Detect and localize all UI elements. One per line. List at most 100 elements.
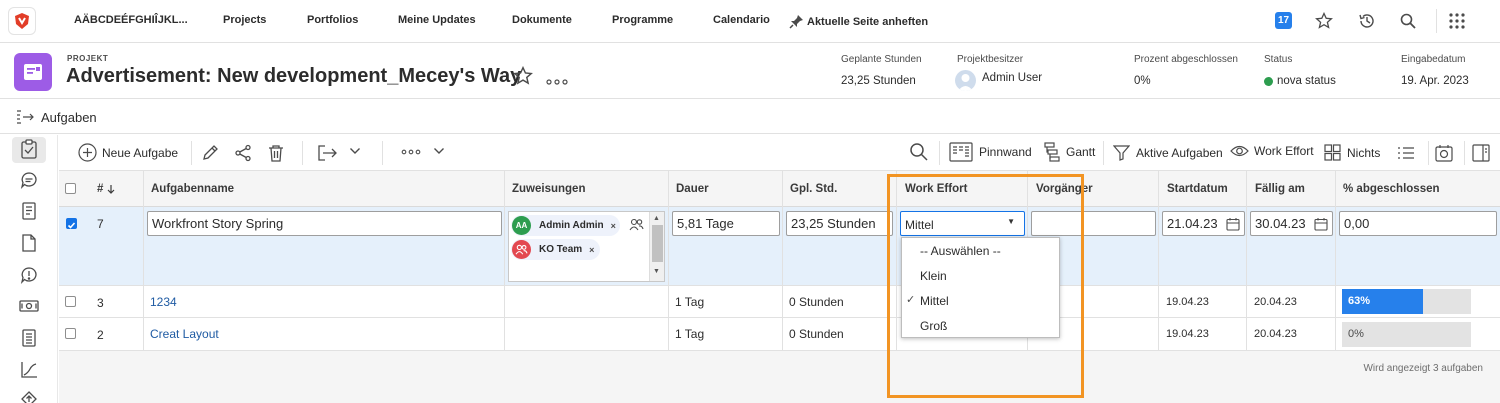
progress-bar: 63% (1342, 289, 1471, 314)
nav-item-programs[interactable]: Programme (612, 14, 673, 26)
select-all-checkbox[interactable] (65, 183, 76, 194)
document-icon[interactable] (18, 232, 40, 254)
nav-item-updates[interactable]: Meine Updates (398, 14, 476, 26)
more-actions-icon[interactable] (401, 149, 421, 155)
gantt-view-label: Gantt (1066, 145, 1096, 159)
side-panel-icon[interactable] (1472, 144, 1490, 162)
board-view-button[interactable]: Pinnwand (949, 142, 1032, 162)
new-task-label: Neue Aufgabe (102, 145, 179, 160)
nav-item-portfolios[interactable]: Portfolios (307, 14, 358, 26)
new-task-button[interactable]: Neue Aufgabe (78, 143, 178, 162)
grouping-nothing-button[interactable]: Nichts (1324, 144, 1380, 161)
row-checkbox-checked[interactable] (66, 218, 77, 229)
scrollbar-thumb[interactable] (652, 225, 663, 262)
col-header-number[interactable]: # (97, 171, 115, 207)
start-date-value: 21.04.23 (1167, 216, 1218, 231)
team-avatar-icon (512, 240, 531, 259)
top-navigation: AÄBCDEÉFGHIÎJKL... Projects Portfolios M… (0, 0, 1500, 43)
divider (1103, 141, 1104, 165)
col-divider (782, 171, 783, 351)
assignments-scrollbar[interactable]: ▲ ▼ (649, 212, 664, 281)
document-list-icon[interactable] (18, 200, 40, 222)
assignee-chip-team[interactable]: KO Team × (511, 239, 600, 260)
task-planned-hours: 0 Stunden (789, 327, 844, 341)
delete-trash-icon[interactable] (267, 144, 285, 162)
assignments-field[interactable]: AA Admin Admin × KO Team × ▲ ▼ (508, 211, 665, 282)
assignee-avatar: AA (512, 216, 531, 235)
task-name-link[interactable]: Creat Layout (150, 327, 219, 341)
table-row[interactable]: 2 Creat Layout 1 Tag 0 Stunden 19.04.23 … (59, 318, 1500, 351)
upload-icon[interactable] (18, 389, 40, 403)
owner-value[interactable]: Admin User (982, 72, 1042, 84)
col-header-percent[interactable]: % abgeschlossen (1343, 171, 1440, 207)
task-name-input[interactable]: Workfront Story Spring (147, 211, 502, 236)
scroll-down-arrow-icon[interactable]: ▼ (653, 268, 660, 275)
col-header-assignments[interactable]: Zuweisungen (512, 171, 585, 207)
scroll-up-arrow-icon[interactable]: ▲ (653, 215, 660, 222)
pin-page-button[interactable]: Aktuelle Seite anheften (789, 14, 928, 29)
add-circle-icon (78, 143, 97, 162)
task-planned-hours: 0 Stunden (789, 295, 844, 309)
report-icon[interactable] (18, 327, 40, 349)
finance-money-icon[interactable] (18, 295, 40, 317)
task-due-date: 20.04.23 (1254, 296, 1297, 308)
nav-item-documents[interactable]: Dokumente (512, 14, 572, 26)
settings-view-icon[interactable] (1435, 144, 1453, 162)
row-checkbox[interactable] (65, 296, 76, 307)
move-task-icon[interactable] (317, 144, 339, 162)
nav-item-projects[interactable]: Projects (223, 14, 266, 26)
col-header-due[interactable]: Fällig am (1255, 171, 1305, 207)
col-header-duration[interactable]: Dauer (676, 171, 709, 207)
active-tasks-filter-button[interactable]: Aktive Aufgaben (1113, 144, 1223, 161)
table-row-edit[interactable]: 7 Workfront Story Spring AA Admin Admin … (59, 207, 1500, 286)
work-effort-view-button[interactable]: Work Effort (1230, 144, 1314, 158)
favorite-star-icon[interactable] (513, 65, 533, 86)
percent-complete-input[interactable]: 0,00 (1339, 211, 1497, 236)
remove-team-icon[interactable]: × (589, 245, 594, 255)
owner-avatar[interactable] (955, 70, 976, 91)
status-label: Status (1264, 54, 1293, 65)
pin-page-label: Aktuelle Seite anheften (807, 15, 929, 28)
updates-chat-icon[interactable] (18, 169, 40, 191)
row-number: 2 (97, 328, 104, 342)
team-people-icon[interactable] (629, 218, 644, 231)
assignee-chip[interactable]: AA Admin Admin × (511, 215, 620, 236)
move-chevron-down-icon[interactable] (349, 147, 361, 155)
duration-input[interactable]: 5,81 Tage (672, 211, 780, 236)
share-icon[interactable] (234, 144, 252, 162)
toolbar-search-icon[interactable] (909, 142, 929, 162)
nav-item-alphabet[interactable]: AÄBCDEÉFGHIÎJKL... (74, 14, 188, 26)
table-row[interactable]: 3 1234 1 Tag 0 Stunden 19.04.23 20.04.23… (59, 286, 1500, 318)
edit-pencil-icon[interactable] (201, 144, 219, 162)
tasks-clipboard-icon[interactable] (18, 138, 40, 160)
chart-line-icon[interactable] (18, 359, 40, 381)
calendar-icon[interactable] (1226, 217, 1240, 231)
favorites-star-icon[interactable] (1314, 11, 1334, 31)
grouping-nothing-label: Nichts (1347, 145, 1381, 160)
notifications-badge[interactable]: 17 (1275, 12, 1292, 29)
history-icon[interactable] (1357, 11, 1377, 31)
col-divider (1335, 171, 1336, 351)
gantt-view-button[interactable]: Gantt (1044, 142, 1095, 162)
status-value[interactable]: nova status (1277, 75, 1336, 87)
calendar-icon[interactable] (1314, 217, 1328, 231)
issues-alert-icon[interactable] (18, 264, 40, 286)
row-checkbox[interactable] (65, 328, 76, 339)
list-view-icon[interactable] (1397, 146, 1415, 160)
more-chevron-down-icon[interactable] (433, 147, 445, 155)
apps-grid-icon[interactable] (1447, 11, 1467, 31)
search-icon[interactable] (1398, 11, 1418, 31)
more-options-icon[interactable] (546, 73, 568, 85)
start-date-input[interactable]: 21.04.23 (1162, 211, 1245, 236)
workfront-logo[interactable] (8, 7, 36, 35)
remove-assignee-icon[interactable]: × (611, 221, 616, 231)
col-divider (504, 171, 505, 351)
col-header-start[interactable]: Startdatum (1167, 171, 1228, 207)
col-header-name[interactable]: Aufgabenname (151, 171, 234, 207)
due-date-input[interactable]: 30.04.23 (1250, 211, 1333, 236)
col-header-planned-hours[interactable]: Gpl. Std. (790, 171, 837, 207)
nav-item-calendar[interactable]: Calendario (713, 14, 770, 26)
planned-hours-input[interactable]: 23,25 Stunden (786, 211, 893, 236)
task-name-link[interactable]: 1234 (150, 295, 177, 309)
collapse-sidebar-icon[interactable] (16, 109, 36, 125)
